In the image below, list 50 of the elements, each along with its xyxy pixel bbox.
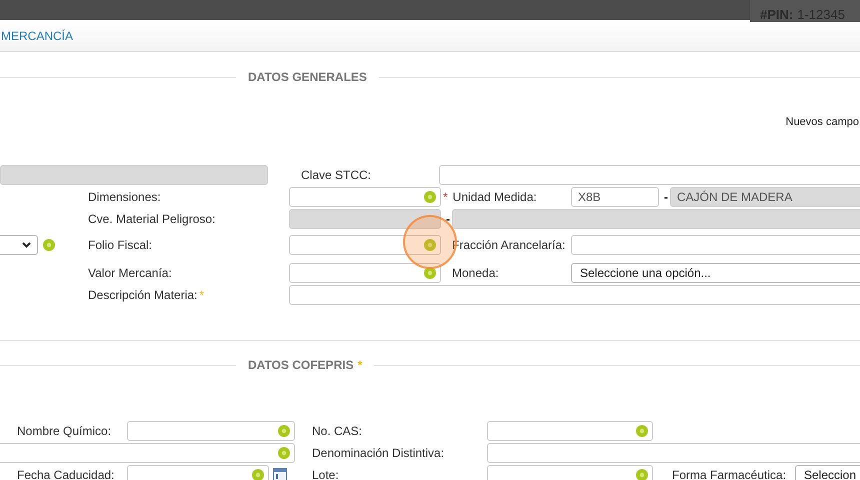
field-label: Fecha Caducidad: [17, 468, 114, 480]
required-mark: * [358, 358, 362, 372]
help-icon[interactable] [278, 447, 290, 459]
field-label: Dimensiones: [88, 190, 161, 204]
input-field[interactable] [487, 443, 860, 463]
help-icon[interactable] [252, 469, 264, 480]
section-title: DATOS COFEPRIS [248, 358, 354, 372]
calendar-icon[interactable] [273, 468, 287, 480]
note-text: Nuevos campo [786, 116, 859, 130]
help-icon[interactable] [424, 191, 436, 203]
separator: - [445, 212, 451, 226]
input-field[interactable] [289, 187, 441, 207]
input-field[interactable]: X8B [571, 187, 659, 207]
input-field[interactable] [289, 285, 860, 305]
field-label: Cve. Material Peligroso: [88, 212, 216, 226]
field-label: Unidad Medida: [452, 190, 537, 204]
input-field[interactable] [127, 465, 269, 480]
field-label: Nombre Químico: [17, 424, 112, 438]
help-icon[interactable] [636, 425, 648, 437]
input-field[interactable] [487, 421, 653, 441]
help-icon[interactable] [278, 425, 290, 437]
field-label: Denominación Distintiva: [312, 446, 444, 460]
field-label: No. CAS: [312, 424, 362, 438]
chevron-icon [22, 242, 31, 248]
input-field[interactable] [439, 165, 860, 185]
input-field[interactable] [571, 235, 860, 255]
field-label: Valor Mercanía: [88, 266, 172, 280]
dropdown[interactable] [0, 235, 38, 255]
required-mark: * [443, 190, 448, 204]
help-icon[interactable] [424, 239, 436, 251]
separator: - [663, 190, 669, 204]
required-mark: * [199, 288, 204, 302]
input-field[interactable] [487, 465, 653, 480]
section-title: DATOS GENERALES [248, 70, 367, 84]
panel-title: MERCANCÍA [1, 28, 74, 42]
input-field[interactable] [127, 421, 295, 441]
help-icon[interactable] [43, 239, 55, 251]
input-field[interactable] [0, 443, 295, 463]
help-icon[interactable] [424, 267, 436, 279]
field-label: Clave STCC: [301, 168, 372, 182]
dropdown[interactable]: Seleccion [795, 465, 860, 480]
field-label: Forma Farmacéutica: [672, 468, 786, 480]
field-label: Folio Fiscal: [88, 238, 152, 252]
field-label: Moneda: [452, 266, 499, 280]
help-icon[interactable] [636, 469, 648, 480]
input-field[interactable] [289, 263, 441, 283]
field-label: Descripción Materia: [88, 288, 198, 302]
input-field[interactable] [289, 235, 441, 255]
dropdown[interactable]: Seleccione una opción... [571, 263, 860, 283]
field-label: Lote: [312, 468, 339, 480]
